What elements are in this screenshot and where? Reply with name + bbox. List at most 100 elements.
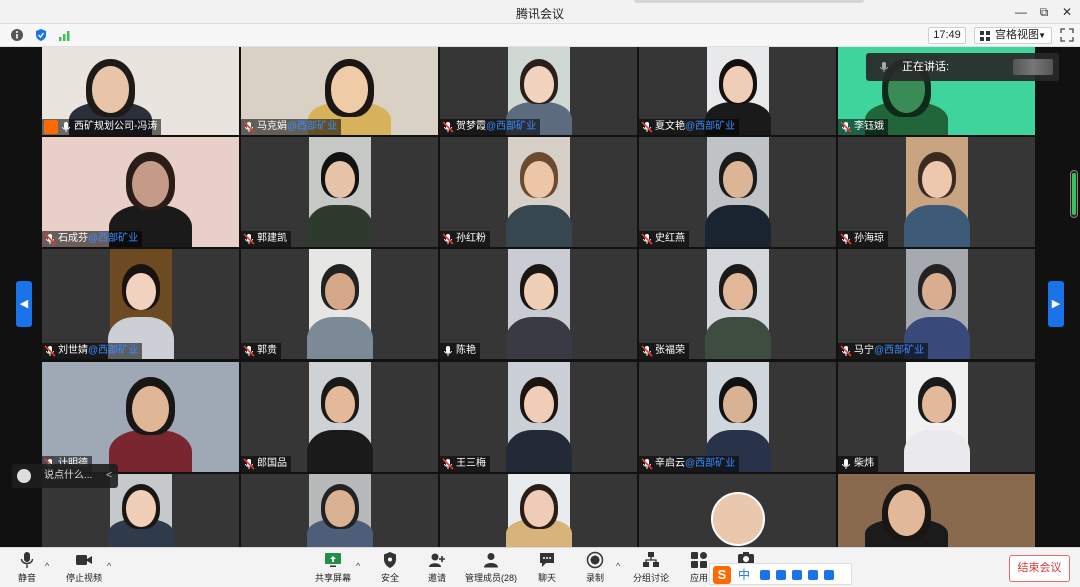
breakout-rooms-icon bbox=[643, 552, 659, 567]
participant-tile[interactable] bbox=[241, 474, 438, 547]
video-grid: 西矿规划公司-冯涛 马克娟 @西部矿业 贺梦霞 @西部矿业 夏文艳 @西部矿业 李钰娥 石成芬 @… bbox=[0, 47, 1080, 547]
mic-muted-icon bbox=[44, 233, 56, 245]
ime-mode-indicator[interactable]: 中 bbox=[738, 566, 750, 583]
keyboard-icon[interactable] bbox=[792, 570, 802, 580]
grid-view-button[interactable]: 宫格视图 ▼ bbox=[974, 27, 1052, 44]
mute-button[interactable]: 静音 bbox=[12, 550, 42, 586]
video-feed bbox=[904, 362, 970, 472]
participant-tile[interactable] bbox=[838, 474, 1035, 547]
manage-members-button[interactable]: 管理成员(28) bbox=[463, 550, 519, 586]
participant-tile[interactable]: 史红燕 bbox=[639, 137, 836, 247]
close-button[interactable]: ✕ bbox=[1058, 3, 1076, 21]
stop-video-button[interactable]: 停止视频 bbox=[64, 550, 104, 586]
participant-tile[interactable]: 孙海琼 bbox=[838, 137, 1035, 247]
participant-tile[interactable]: 马宁 @西部矿业 bbox=[838, 249, 1035, 359]
signal-icon[interactable] bbox=[58, 28, 72, 42]
participant-name: 夏文艳 bbox=[655, 121, 685, 132]
video-feed bbox=[307, 474, 373, 547]
participant-name-bar: 陈艳 bbox=[440, 343, 480, 359]
video-feed bbox=[838, 474, 1035, 547]
sogou-logo: S bbox=[713, 566, 731, 584]
security-button[interactable]: 安全 bbox=[374, 550, 406, 586]
mic-muted-icon bbox=[243, 121, 255, 133]
drag-strip[interactable] bbox=[634, 0, 864, 3]
info-icon[interactable] bbox=[10, 28, 24, 42]
mic-muted-icon bbox=[442, 233, 454, 245]
participant-name-bar: 夏文艳 @西部矿业 bbox=[639, 119, 740, 135]
participant-org: @西部矿业 bbox=[486, 121, 537, 132]
participant-org: @西部矿业 bbox=[685, 458, 736, 469]
mic-muted-icon bbox=[840, 345, 852, 357]
record-icon bbox=[586, 551, 604, 569]
participant-name-bar: 王三梅 bbox=[440, 456, 490, 472]
mic-muted-icon bbox=[641, 233, 653, 245]
end-meeting-button[interactable]: 结束会议 bbox=[1009, 555, 1070, 582]
mic-muted-icon bbox=[641, 458, 653, 470]
participant-tile[interactable]: 郭建凯 bbox=[241, 137, 438, 247]
participant-name: 石成芬 bbox=[58, 233, 88, 244]
active-speaker-panel: 正在讲话: bbox=[866, 53, 1059, 81]
restore-button[interactable]: ⧉ bbox=[1035, 3, 1053, 21]
video-feed bbox=[904, 137, 970, 247]
input-method-bar[interactable]: S 中 bbox=[709, 563, 852, 585]
share-screen-icon bbox=[325, 553, 341, 567]
participant-tile[interactable]: 郭贵 bbox=[241, 249, 438, 359]
invite-button[interactable]: 邀请 bbox=[420, 550, 454, 586]
share-options-caret[interactable]: ^ bbox=[356, 561, 360, 571]
participant-tile[interactable]: 郎国品 bbox=[241, 362, 438, 472]
voice-input-icon[interactable] bbox=[776, 570, 786, 580]
participant-tile[interactable]: 王三梅 bbox=[440, 362, 637, 472]
quick-chat-input[interactable]: 说点什么... < bbox=[12, 464, 118, 488]
participant-tile[interactable]: 夏文艳 @西部矿业 bbox=[639, 47, 836, 135]
skin-icon[interactable] bbox=[808, 570, 818, 580]
participant-tile[interactable]: 柴炜 bbox=[838, 362, 1035, 472]
share-screen-button[interactable]: 共享屏幕 bbox=[313, 550, 353, 586]
record-options-caret[interactable]: ^ bbox=[616, 561, 620, 571]
camera-icon bbox=[76, 555, 92, 565]
participant-tile[interactable]: 张福荣 bbox=[639, 249, 836, 359]
toolbox-icon[interactable] bbox=[824, 570, 834, 580]
participant-tile[interactable]: 计明德 bbox=[42, 362, 239, 472]
participant-tile[interactable]: 辛启云 @西部矿业 bbox=[639, 362, 836, 472]
breakout-button[interactable]: 分组讨论 bbox=[632, 550, 670, 586]
shield-icon[interactable] bbox=[34, 28, 48, 42]
apps-grid-icon bbox=[691, 552, 707, 568]
emoji-icon[interactable] bbox=[17, 469, 31, 483]
participant-org: @西部矿业 bbox=[287, 121, 338, 132]
video-feed bbox=[108, 474, 174, 547]
prev-page-button[interactable]: ◀ bbox=[16, 281, 32, 327]
mute-options-caret[interactable]: ^ bbox=[45, 561, 49, 571]
participant-tile[interactable]: 西矿规划公司-冯涛 bbox=[42, 47, 239, 135]
collapse-chat-button[interactable]: < bbox=[106, 464, 112, 488]
next-page-button[interactable]: ▶ bbox=[1048, 281, 1064, 327]
security-shield-icon bbox=[384, 552, 396, 568]
video-options-caret[interactable]: ^ bbox=[107, 561, 111, 571]
participant-tile[interactable]: 陈艳 bbox=[440, 249, 637, 359]
participant-org: @西部矿业 bbox=[88, 345, 139, 356]
meeting-window: 腾讯会议 — ⧉ ✕ 17:49 宫格视图 ▼ 西矿规划公司-冯涛 马克娟 @西部矿… bbox=[0, 0, 1080, 587]
participant-tile[interactable]: 孙红粉 bbox=[440, 137, 637, 247]
minimize-button[interactable]: — bbox=[1012, 3, 1030, 21]
participant-tile[interactable]: 贺梦霞 @西部矿业 bbox=[440, 47, 637, 135]
participant-name-bar: 刘世婧 @西部矿业 bbox=[42, 343, 143, 359]
participant-tile[interactable] bbox=[639, 474, 836, 547]
participant-tile[interactable]: 石成芬 @西部矿业 bbox=[42, 137, 239, 247]
participant-name-bar: 史红燕 bbox=[639, 231, 689, 247]
punctuation-icon[interactable] bbox=[760, 570, 770, 580]
record-button[interactable]: 录制 bbox=[580, 550, 610, 586]
video-feed bbox=[307, 362, 373, 472]
mic-muted-icon bbox=[442, 458, 454, 470]
participant-tile[interactable]: 马克娟 @西部矿业 bbox=[241, 47, 438, 135]
participant-org: @西部矿业 bbox=[685, 121, 736, 132]
participant-tile[interactable]: 刘世婧 @西部矿业 bbox=[42, 249, 239, 359]
participant-name: 刘世婧 bbox=[58, 345, 88, 356]
participant-name-bar: 孙海琼 bbox=[838, 231, 888, 247]
mic-muted-icon bbox=[44, 345, 56, 357]
mic-icon bbox=[880, 62, 888, 72]
fullscreen-icon[interactable] bbox=[1060, 28, 1074, 42]
participant-tile[interactable] bbox=[440, 474, 637, 547]
participant-name: 西矿规划公司-冯涛 bbox=[74, 121, 158, 132]
window-title: 腾讯会议 bbox=[515, 7, 564, 21]
chat-button[interactable]: 聊天 bbox=[532, 550, 562, 586]
video-feed bbox=[506, 137, 572, 247]
